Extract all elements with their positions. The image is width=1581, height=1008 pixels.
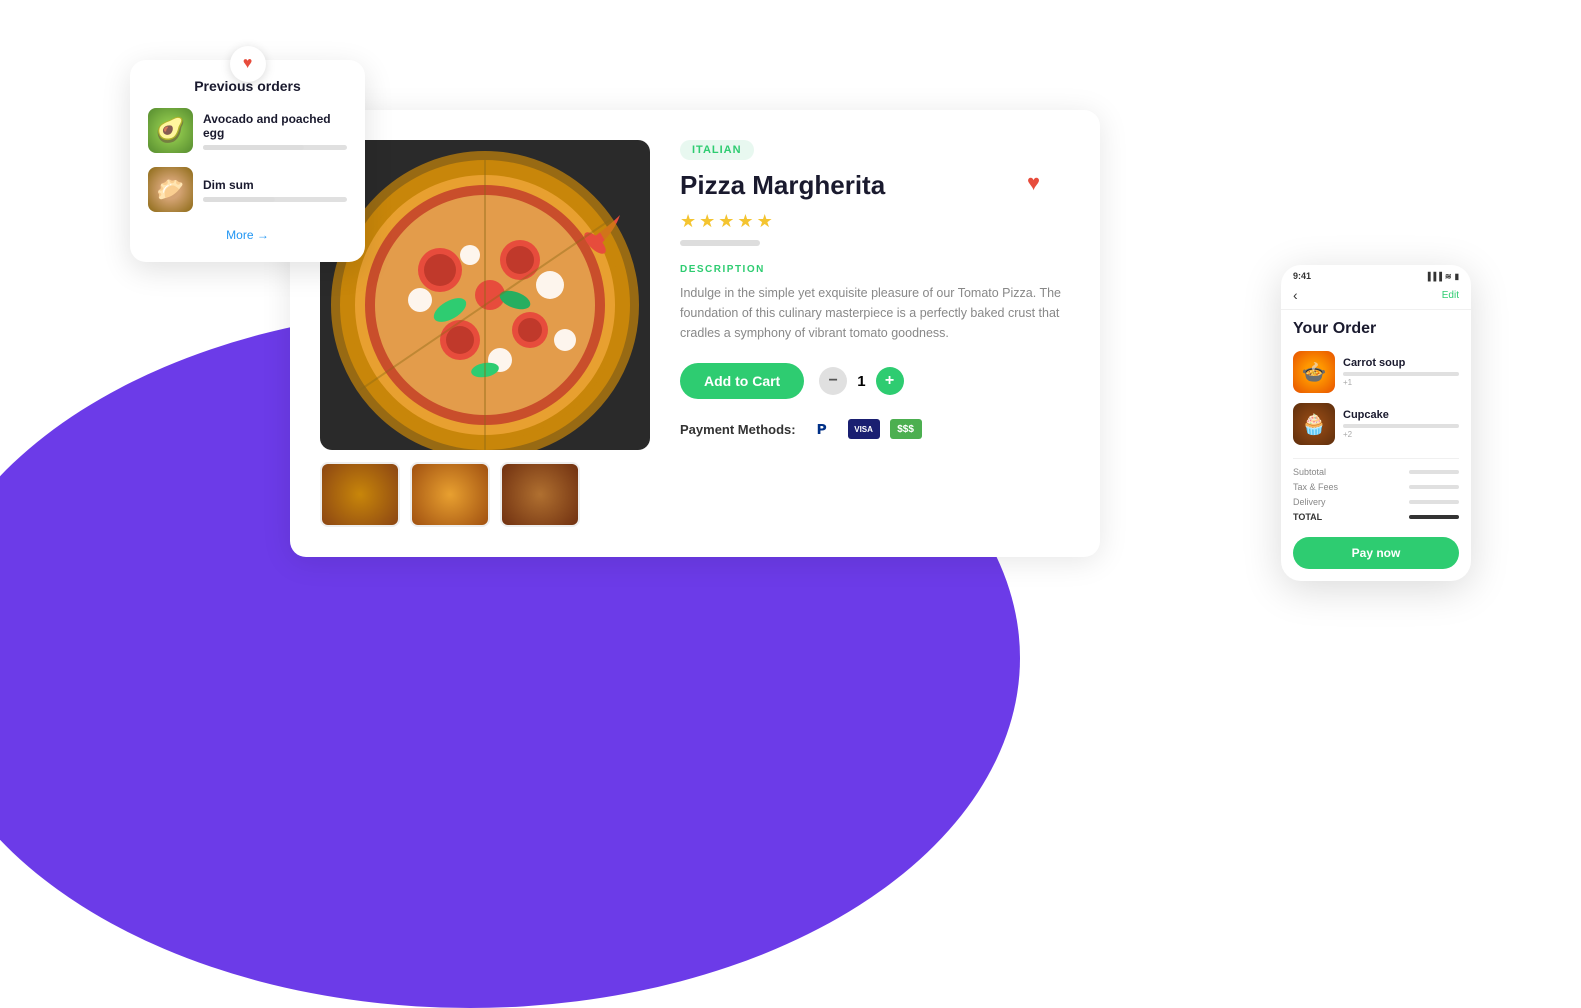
mobile-edit-button[interactable]: Edit [1442,290,1459,301]
category-badge: ITALIAN [680,140,754,160]
signal-icon: ▐▐▐ [1425,272,1442,281]
star-5: ★ [757,211,773,232]
pizza-svg [320,140,650,450]
product-card: ♥ ITALIAN Pizza Margherita ★ ★ ★ ★ ★ DES… [290,110,1100,557]
mobile-back-icon[interactable]: ‹ [1293,287,1298,303]
product-thumbnails [320,462,650,527]
add-to-cart-button[interactable]: Add to Cart [680,363,804,399]
list-item: 🧁 Cupcake +2 [1281,398,1471,450]
mobile-status-bar: 9:41 ▐▐▐ ≋ ▮ [1281,265,1471,285]
dimsum-image: 🥟 [148,167,193,212]
carrot-soup-sub: +1 [1343,378,1459,387]
prev-order-name: Dim sum [203,178,347,192]
visa-icon: VISA [848,419,880,439]
tax-fees-label: Tax & Fees [1293,482,1338,492]
previous-orders-card: ♥ Previous orders 🥑 Avocado and poached … [130,60,365,262]
description-text: Indulge in the simple yet exquisite plea… [680,283,1070,343]
prev-order-bar [203,145,347,150]
product-title: Pizza Margherita [680,170,1070,201]
cash-icon: $$$ [890,419,922,439]
quantity-plus-button[interactable]: + [876,367,904,395]
list-item: 🥑 Avocado and poached egg [148,108,347,153]
battery-icon: ▮ [1455,272,1459,281]
cupcake-name: Cupcake [1343,409,1459,421]
favorite-button[interactable]: ♥ [1027,170,1040,196]
star-4: ★ [737,211,753,232]
list-item: 🍲 Carrot soup +1 [1281,346,1471,398]
list-item: 🥟 Dim sum [148,167,347,212]
item-bar [1343,424,1459,428]
prev-order-bar [203,197,347,202]
prev-order-name: Avocado and poached egg [203,112,347,140]
more-link[interactable]: More → [148,226,347,244]
mobile-status-icons: ▐▐▐ ≋ ▮ [1425,272,1459,281]
payment-methods-row: Payment Methods: 𝗣 VISA $$$ [680,419,1070,439]
payment-label: Payment Methods: [680,422,796,437]
pay-now-button[interactable]: Pay now [1293,537,1459,569]
cart-row: Add to Cart − 1 + [680,363,1070,399]
star-2: ★ [699,211,715,232]
wifi-icon: ≋ [1445,272,1452,281]
paypal-icon: 𝗣 [806,419,838,439]
quantity-control: − 1 + [819,367,903,395]
order-totals: Subtotal Tax & Fees Delivery TOTAL [1281,467,1471,522]
total-label: TOTAL [1293,512,1322,522]
tax-bar [1409,485,1459,489]
carrot-soup-image: 🍲 [1293,351,1335,393]
product-info: ♥ ITALIAN Pizza Margherita ★ ★ ★ ★ ★ DES… [680,140,1070,439]
avocado-image: 🥑 [148,108,193,153]
product-image-section [320,140,650,527]
carrot-soup-name: Carrot soup [1343,357,1459,369]
description-label: DESCRIPTION [680,264,1070,275]
mobile-time: 9:41 [1293,271,1311,281]
thumbnail-1[interactable] [320,462,400,527]
cupcake-image: 🧁 [1293,403,1335,445]
total-bar [1409,515,1459,519]
product-main-image [320,140,650,450]
star-rating: ★ ★ ★ ★ ★ [680,211,1070,232]
heart-badge-icon: ♥ [230,46,266,82]
item-bar [1343,372,1459,376]
star-1: ★ [680,211,696,232]
delivery-label: Delivery [1293,497,1326,507]
subtotal-label: Subtotal [1293,467,1326,477]
thumbnail-3[interactable] [500,462,580,527]
mobile-order-title: Your Order [1281,310,1471,346]
thumbnail-2[interactable] [410,462,490,527]
mobile-order-card: 9:41 ▐▐▐ ≋ ▮ ‹ Edit Your Order 🍲 Carrot … [1281,265,1471,581]
star-3: ★ [718,211,734,232]
subtotal-bar [1409,470,1459,474]
quantity-minus-button[interactable]: − [819,367,847,395]
cupcake-sub: +2 [1343,430,1459,439]
delivery-bar [1409,500,1459,504]
quantity-display: 1 [857,373,865,390]
divider [1293,458,1459,459]
rating-bar [680,240,760,246]
mobile-nav-bar: ‹ Edit [1281,285,1471,310]
